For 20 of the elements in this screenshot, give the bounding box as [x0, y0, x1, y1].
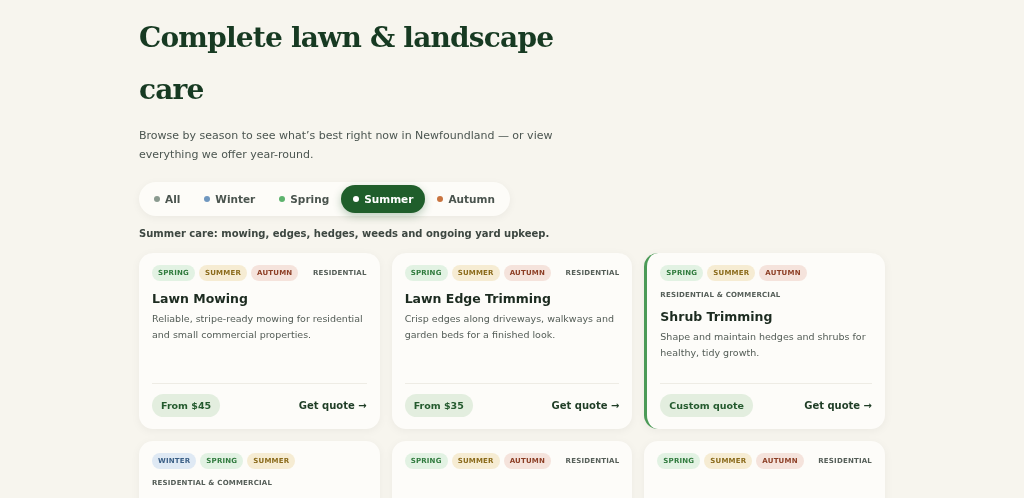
season-filter[interactable]: Winter	[192, 185, 268, 213]
season-filter[interactable]: Spring	[267, 185, 342, 213]
page-heading: Complete lawn & landscape care	[139, 20, 555, 108]
season-filter[interactable]: Autumn	[425, 185, 507, 213]
get-quote-link[interactable]: Get quote →	[298, 400, 367, 411]
season-filter[interactable]: All	[142, 185, 193, 213]
service-title: Lawn Edge Trimming	[404, 291, 552, 306]
get-quote-link[interactable]: Get quote →	[804, 400, 872, 411]
filter-note: Summer care: mowing, edges, hedges, weeds and ongoing yard upkeep.	[139, 228, 551, 239]
service-description: Reliable, stripe-ready mowing for residential and small commercial properties.	[152, 312, 364, 342]
get-quote-link[interactable]: Get quote →	[551, 400, 620, 411]
price-badge: Custom quote	[660, 394, 754, 417]
service-description: Shape and maintain hedges and shrubs for healthy, tidy growth.	[660, 330, 867, 360]
service-title: Shrub Trimming	[660, 309, 774, 324]
price-badge: From $35	[404, 394, 473, 417]
service-description: Crisp edges along driveways, walkways and garden beds for a finished look.	[404, 312, 615, 342]
intro-text: Browse by season to see what’s best right now in Newfoundland — or view everything we offer year-round.	[139, 128, 554, 163]
season-filter[interactable]: Summer	[341, 185, 426, 213]
price-badge: From $45	[152, 394, 221, 417]
service-title: Lawn Mowing	[152, 291, 249, 306]
